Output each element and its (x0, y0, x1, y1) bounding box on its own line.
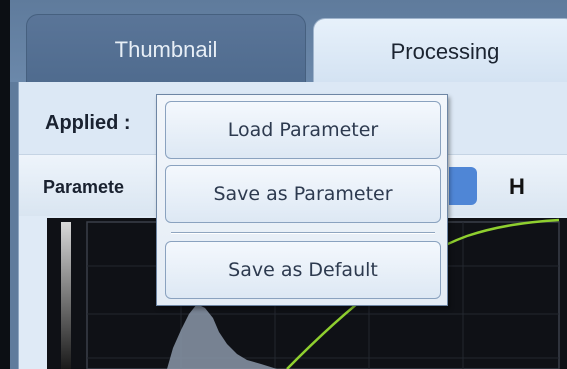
parameter-label: Paramete (43, 177, 125, 197)
context-menu: Load Parameter Save as Parameter Save as… (156, 94, 448, 306)
tab-processing-label: Processing (390, 38, 500, 64)
parameter-h-tab[interactable]: H (509, 174, 525, 200)
save-as-default-label: Save as Default (228, 259, 378, 281)
app-window: Thumbnail Processing Applied : Paramete … (0, 0, 567, 369)
save-as-parameter-button[interactable]: Save as Parameter (165, 165, 441, 223)
load-parameter-label: Load Parameter (227, 119, 379, 141)
tab-processing[interactable]: Processing (313, 18, 567, 84)
tab-thumbnail-label: Thumbnail (114, 36, 218, 62)
window-left-border (0, 0, 10, 369)
save-as-default-button[interactable]: Save as Default (165, 241, 441, 299)
tab-thumbnail[interactable]: Thumbnail (26, 14, 306, 84)
gradient-bar (61, 222, 71, 369)
tab-strip: Thumbnail Processing (10, 0, 567, 84)
load-parameter-button[interactable]: Load Parameter (165, 101, 441, 159)
save-as-parameter-label: Save as Parameter (213, 183, 393, 205)
applied-label: Applied : (45, 112, 131, 134)
parameter-selected-tab[interactable] (449, 167, 477, 205)
menu-separator (171, 232, 435, 234)
